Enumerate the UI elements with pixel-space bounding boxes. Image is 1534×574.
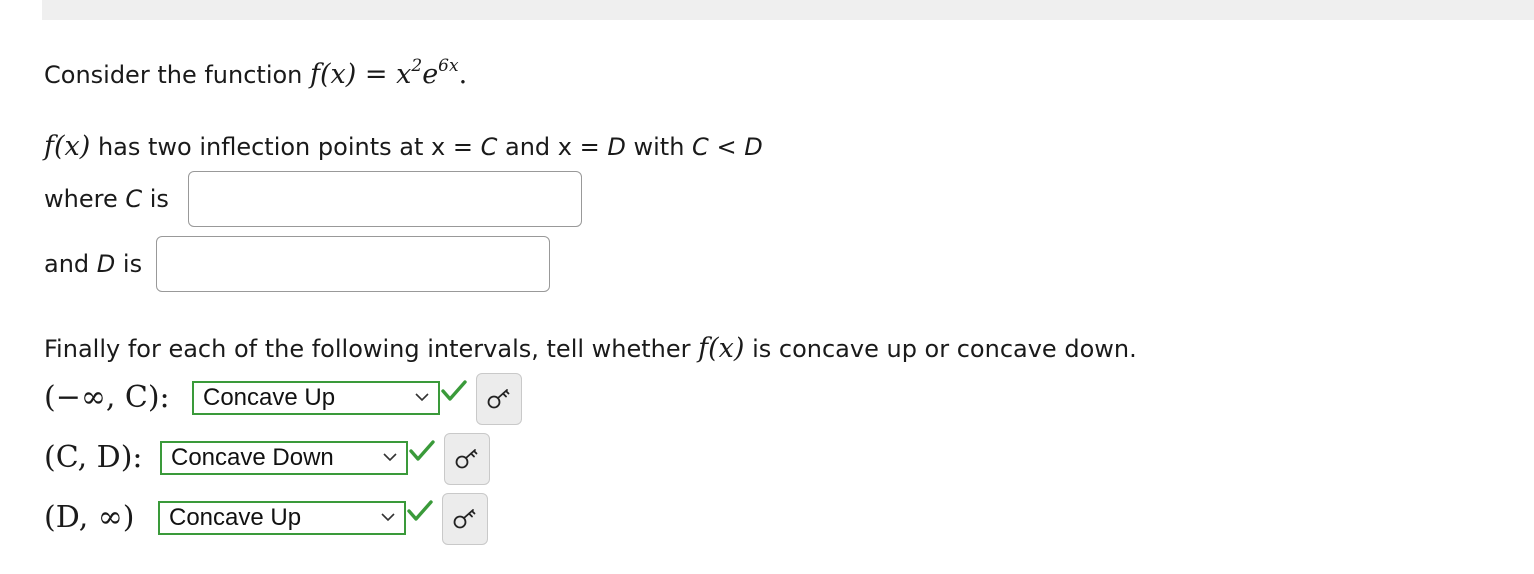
chevron-down-icon	[383, 453, 397, 462]
key-help-button-1[interactable]	[476, 373, 522, 425]
prompt-fx: f(x)	[698, 333, 745, 364]
checkmark-icon	[441, 380, 467, 401]
chevron-down-icon	[415, 393, 429, 402]
interval-label-3: (D, ∞)	[44, 500, 135, 535]
header-bar	[42, 0, 1534, 20]
d-input-label: and D is	[44, 250, 143, 278]
key-icon	[487, 389, 510, 409]
intro-text: Consider the function	[44, 61, 303, 89]
function-statement: Consider the function f(x) = x2e6x.	[44, 56, 468, 93]
concavity-select-2[interactable]: Concave Down	[160, 441, 408, 475]
checkmark-icon	[407, 500, 433, 521]
d-answer-input[interactable]	[156, 236, 550, 292]
c-input-label: where C is	[44, 185, 169, 213]
key-icon	[455, 449, 478, 469]
key-icon	[453, 509, 476, 529]
checkmark-icon	[409, 440, 435, 461]
function-formula: f(x) = x2e6x.	[310, 56, 468, 90]
inflection-statement: f(x) has two inflection points at x = C …	[44, 131, 763, 162]
concavity-select-1[interactable]: Concave Up	[192, 381, 440, 415]
interval-label-1: (−∞, C):	[44, 380, 170, 415]
interval-label-2: (C, D):	[44, 440, 143, 475]
concavity-prompt: Finally for each of the following interv…	[44, 333, 1137, 364]
chevron-down-icon	[381, 513, 395, 522]
inflection-fx: f(x)	[44, 131, 91, 162]
c-answer-input[interactable]	[188, 171, 582, 227]
key-help-button-2[interactable]	[444, 433, 490, 485]
key-help-button-3[interactable]	[442, 493, 488, 545]
concavity-select-3[interactable]: Concave Up	[158, 501, 406, 535]
